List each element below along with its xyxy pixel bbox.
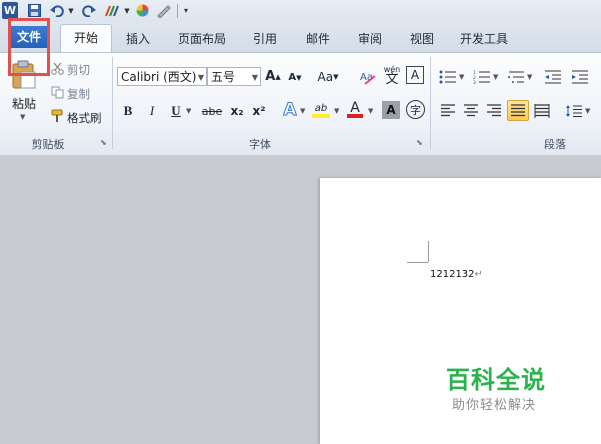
- numbering-dropdown-icon[interactable]: ▼: [493, 73, 498, 81]
- ribbon-home: 粘贴 ▼ 剪切 复制 格式刷 剪贴板 ⬊ Calibri (西文) ▼ 五号 ▼…: [0, 52, 601, 156]
- svg-text:3: 3: [473, 80, 476, 84]
- pencil-icon[interactable]: [155, 2, 173, 19]
- undo-icon[interactable]: [48, 2, 66, 19]
- cut-button[interactable]: 剪切: [67, 62, 90, 78]
- bullets-dropdown-icon[interactable]: ▼: [459, 73, 464, 81]
- format-painter-button[interactable]: 格式刷: [67, 110, 102, 126]
- copy-icon[interactable]: [50, 85, 64, 99]
- superscript-button[interactable]: x²: [249, 101, 269, 121]
- format-painter-icon[interactable]: [50, 109, 64, 123]
- tab-insert[interactable]: 插入: [118, 28, 158, 50]
- font-color-button[interactable]: A: [345, 99, 365, 121]
- highlight-color-swatch: [312, 113, 330, 118]
- tab-references[interactable]: 引用: [245, 28, 285, 50]
- margin-corner-mark: [428, 241, 429, 262]
- font-name-dropdown-icon[interactable]: ▼: [198, 68, 204, 87]
- grow-font-label: A: [265, 69, 276, 84]
- font-launcher-icon[interactable]: ⬊: [416, 139, 424, 147]
- paste-button-label[interactable]: 粘贴: [12, 95, 36, 112]
- font-name-combo[interactable]: Calibri (西文) ▼: [117, 67, 207, 86]
- font-color-label: A: [350, 100, 360, 116]
- font-size-combo[interactable]: 五号 ▼: [207, 67, 261, 86]
- group-separator: [430, 57, 431, 149]
- line-spacing-dropdown-icon[interactable]: ▼: [585, 107, 590, 115]
- shrink-font-button[interactable]: A ▼: [287, 69, 303, 86]
- highlight-label: ab: [314, 102, 328, 114]
- shrink-font-label: A: [288, 72, 297, 83]
- document-body-text[interactable]: 1212132↵: [430, 269, 483, 280]
- file-tab-highlight-box: [8, 18, 50, 76]
- underline-dropdown-icon[interactable]: ▼: [186, 107, 191, 115]
- highlight-button[interactable]: ab: [310, 99, 332, 121]
- color-wheel-icon[interactable]: [134, 2, 150, 19]
- character-shading-button[interactable]: A: [382, 101, 400, 119]
- font-group-label: 字体: [249, 138, 271, 151]
- align-right-icon[interactable]: [484, 101, 504, 121]
- align-center-icon[interactable]: [461, 101, 481, 121]
- font-color-dropdown-icon[interactable]: ▼: [368, 107, 373, 115]
- text-effects-dropdown-icon[interactable]: ▼: [300, 107, 305, 115]
- svg-text:Aa: Aa: [360, 72, 373, 83]
- phonetic-guide-char: 文: [385, 72, 399, 87]
- italic-button[interactable]: I: [144, 101, 160, 121]
- justify-icon[interactable]: [507, 100, 529, 121]
- font-name-value: Calibri (西文): [121, 70, 197, 84]
- paragraph-mark: ↵: [474, 269, 483, 280]
- toolbar-separator: [177, 4, 178, 18]
- watermark-subtitle: 助你轻松解决: [452, 398, 537, 413]
- redo-icon[interactable]: [80, 2, 98, 19]
- bullets-icon[interactable]: [438, 67, 458, 86]
- tab-mailings[interactable]: 邮件: [298, 28, 338, 50]
- tab-developer[interactable]: 开发工具: [452, 28, 516, 50]
- brush-dropdown-icon[interactable]: ▼: [123, 2, 131, 19]
- tab-page-layout[interactable]: 页面布局: [172, 28, 232, 50]
- save-icon[interactable]: [26, 2, 42, 19]
- underline-button[interactable]: U: [168, 101, 184, 121]
- font-size-dropdown-icon[interactable]: ▼: [252, 68, 258, 87]
- undo-dropdown-icon[interactable]: ▼: [67, 2, 75, 19]
- multilevel-dropdown-icon[interactable]: ▼: [527, 73, 532, 81]
- subscript-button[interactable]: x₂: [227, 101, 247, 121]
- change-case-button[interactable]: Aa ▼: [316, 67, 340, 86]
- customize-toolbar-icon[interactable]: ▾: [181, 2, 191, 19]
- decrease-indent-icon[interactable]: [543, 67, 563, 86]
- distributed-icon[interactable]: [532, 101, 552, 121]
- group-separator: [112, 57, 113, 149]
- grow-font-button[interactable]: A ▲: [265, 67, 281, 86]
- strikethrough-button[interactable]: abe: [200, 101, 224, 121]
- tab-view[interactable]: 视图: [402, 28, 442, 50]
- watermark-title: 百科全说: [446, 366, 546, 394]
- clipboard-group-label: 剪贴板: [31, 138, 65, 151]
- paragraph-group-label: 段落: [544, 138, 566, 151]
- paste-dropdown-icon[interactable]: ▼: [20, 113, 25, 121]
- tab-review[interactable]: 审阅: [350, 28, 390, 50]
- phonetic-guide-button[interactable]: wén 文: [382, 63, 402, 87]
- text-effects-button[interactable]: A: [280, 99, 300, 121]
- word-app-icon[interactable]: W: [2, 2, 18, 19]
- numbering-icon[interactable]: 123: [472, 67, 492, 86]
- multilevel-list-icon[interactable]: [506, 67, 526, 86]
- line-spacing-icon[interactable]: [564, 101, 584, 121]
- character-border-label: A: [410, 68, 420, 82]
- clear-format-icon[interactable]: Aa: [358, 67, 376, 86]
- enclose-characters-button[interactable]: 字: [406, 100, 425, 119]
- highlight-dropdown-icon[interactable]: ▼: [334, 107, 339, 115]
- align-left-icon[interactable]: [438, 101, 458, 121]
- font-color-swatch: [347, 114, 363, 118]
- ribbon-tabs: 文件 开始 插入 页面布局 引用 邮件 审阅 视图 开发工具: [0, 22, 601, 53]
- margin-corner-mark: [407, 262, 428, 263]
- cut-icon[interactable]: [50, 61, 64, 75]
- character-border-button[interactable]: A: [406, 66, 424, 84]
- document-text: 1212132: [430, 269, 475, 280]
- quick-access-toolbar: W ▼ ▼ ▾: [0, 0, 601, 22]
- change-case-label: Aa: [317, 69, 334, 84]
- font-size-value: 五号: [211, 70, 236, 84]
- copy-button[interactable]: 复制: [67, 86, 90, 102]
- bold-button[interactable]: B: [120, 101, 136, 121]
- clipboard-launcher-icon[interactable]: ⬊: [100, 139, 108, 147]
- format-brush-icon[interactable]: [103, 2, 123, 19]
- increase-indent-icon[interactable]: [570, 67, 590, 86]
- tab-home[interactable]: 开始: [60, 24, 112, 53]
